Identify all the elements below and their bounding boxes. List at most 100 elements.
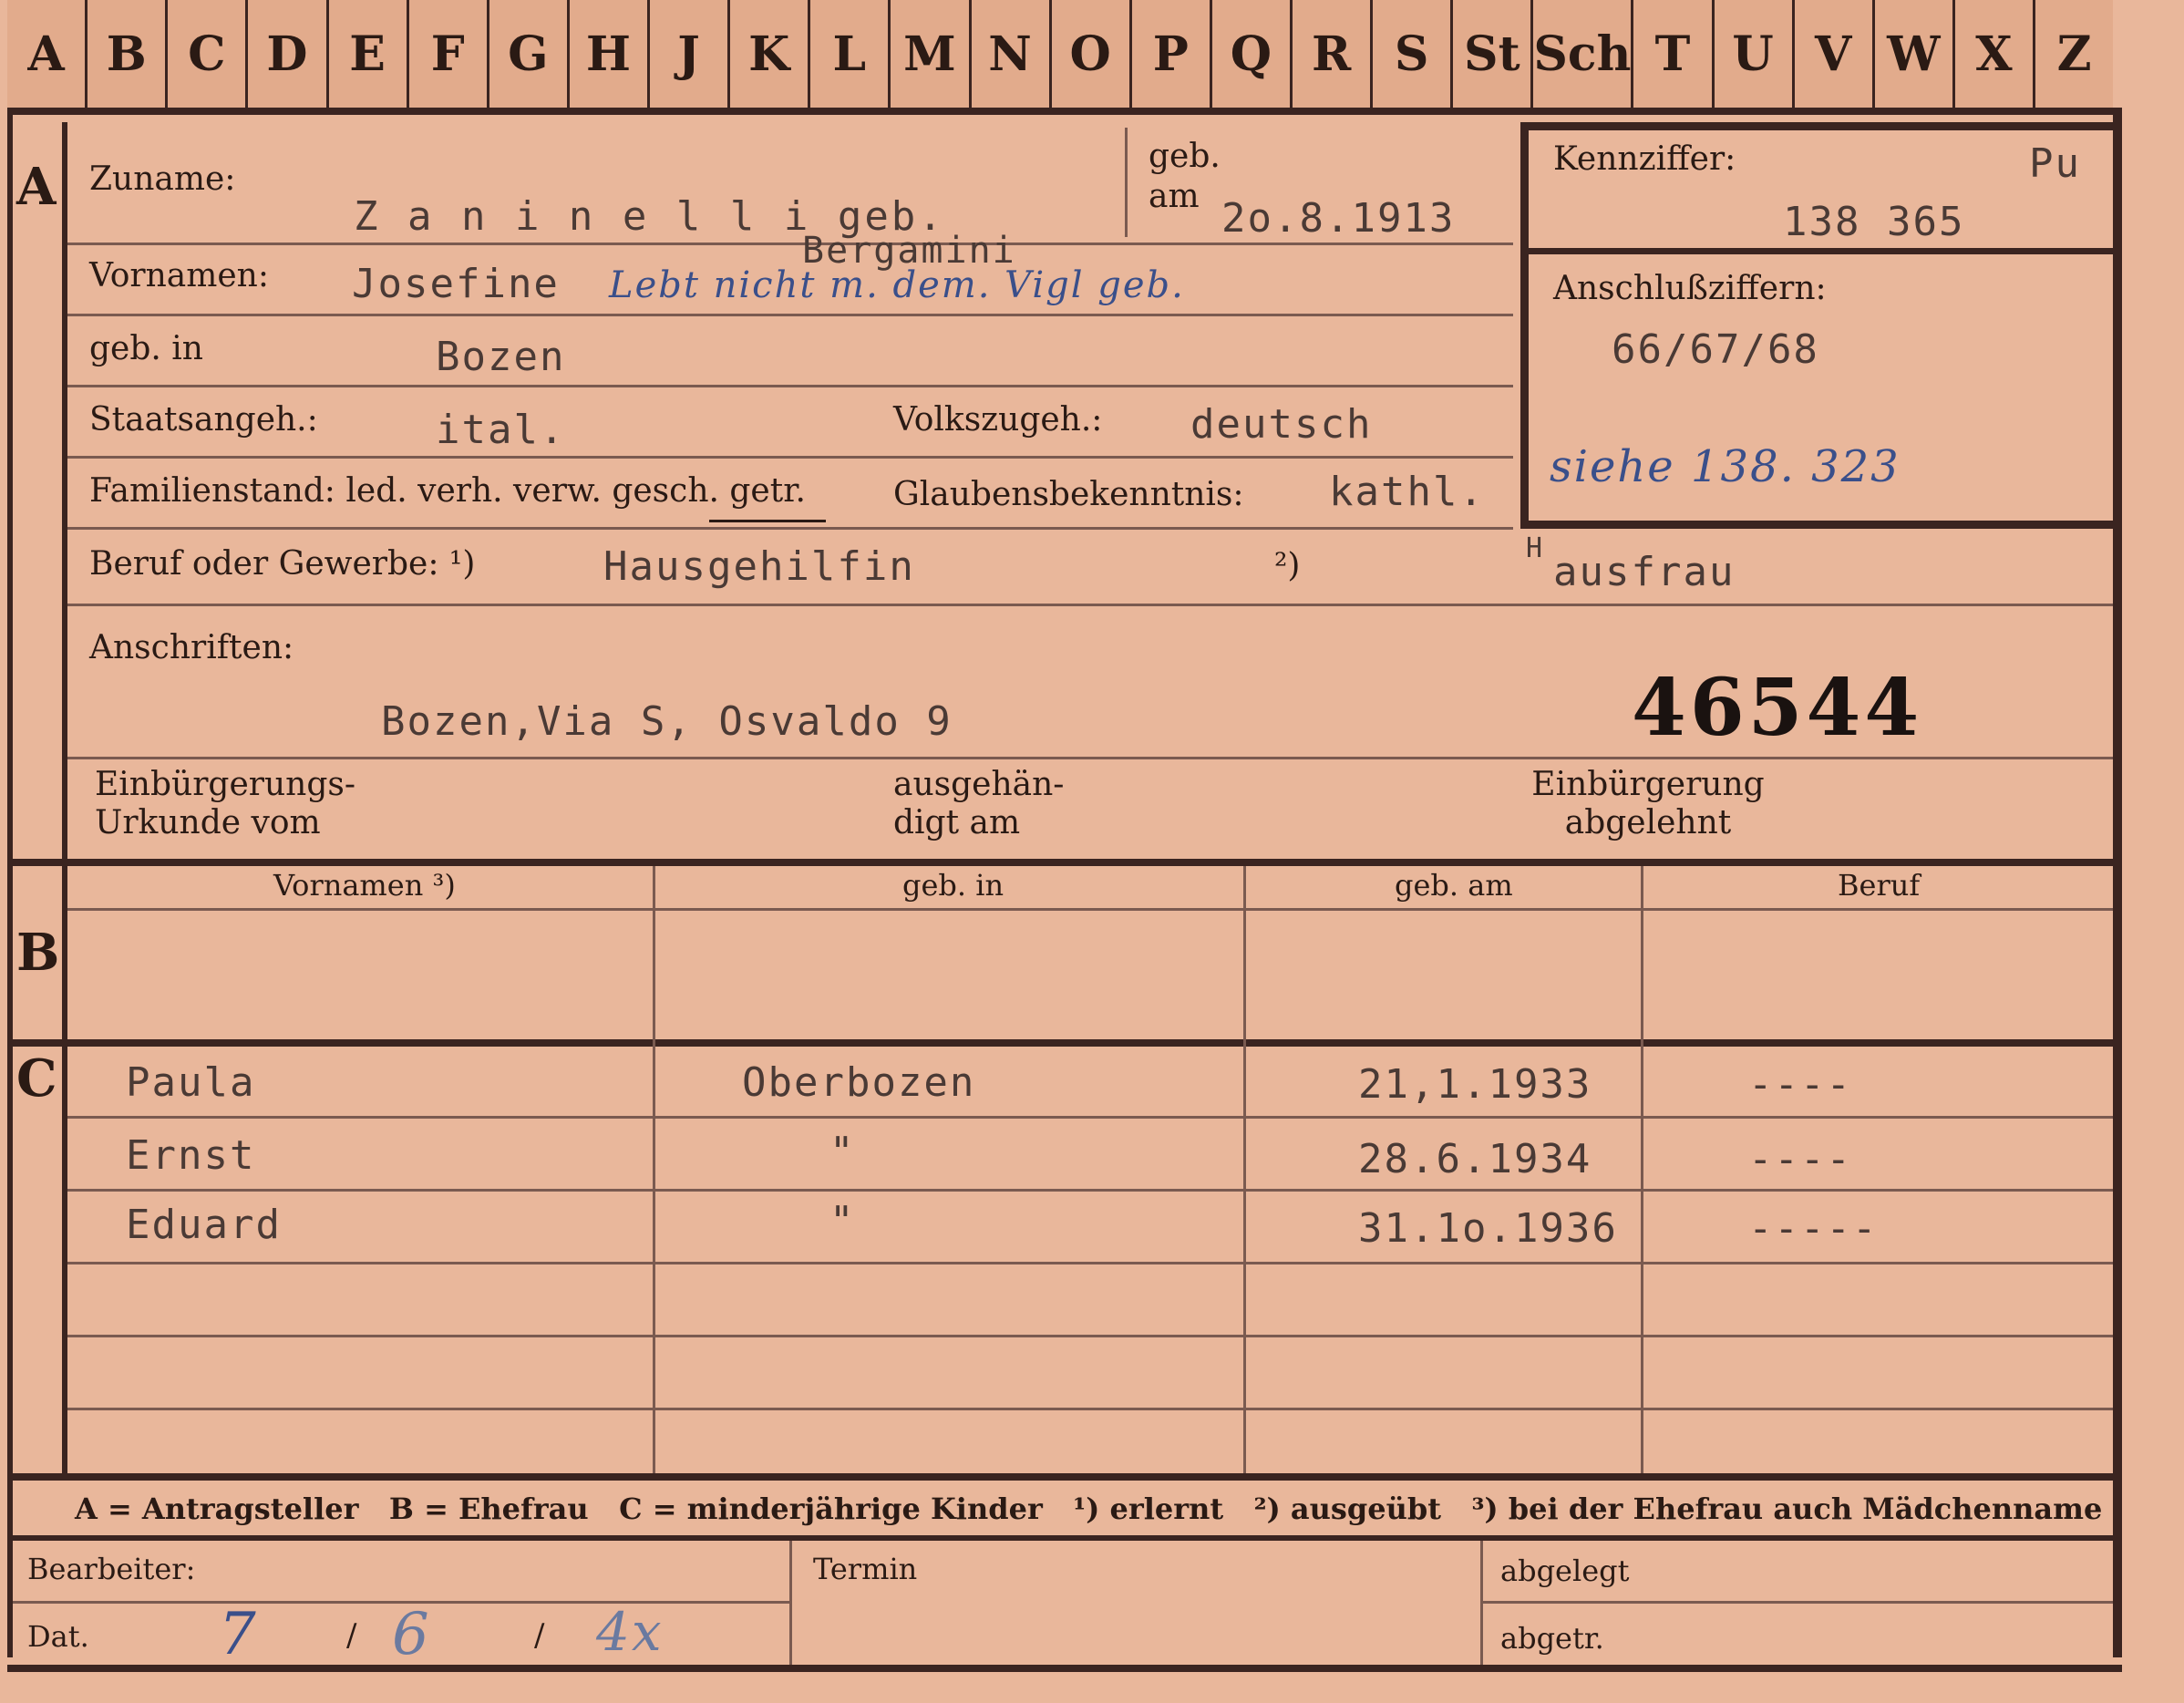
column-line [789,1541,792,1668]
child-2-name: Ernst [126,1132,256,1179]
marital-status-underline [709,520,826,522]
first-names-handwritten-note: Lebt nicht m. dem. Vigl geb. [609,264,1185,306]
alphabet-tab-n: N [972,0,1052,108]
born-in-value: Bozen [436,334,566,380]
alphabet-tab-d: D [248,0,329,108]
link-numbers-label: Anschlußziffern: [1553,270,1827,307]
divider [67,1116,2113,1119]
section-c-top-border [7,1039,2113,1047]
occupation-practiced-marker: ²) [1274,547,1301,584]
alphabet-tab-u: U [1715,0,1795,108]
handed-over-label: ausgehän- digt am [893,766,1065,841]
alphabet-tab-x: X [1955,0,2036,108]
alphabet-tab-w: W [1875,0,1955,108]
child-3-occupation: ----- [1748,1205,1879,1252]
link-numbers-value: 66/67/68 [1612,326,1819,373]
code-label: Kennziffer: [1553,140,1736,178]
citizenship-value: ital. [436,407,566,453]
marital-status-label: Familienstand: led. verh. verw. gesch. g… [89,472,806,510]
code-prefix: Pu [2029,140,2081,187]
date-day: 7 [219,1601,258,1668]
card-left-border [7,108,13,1657]
child-2-birthdate: 28.6.1934 [1358,1136,1592,1182]
first-names-value: Josefine [352,261,560,307]
section-a-letter: A [16,157,57,217]
occupation-label: Beruf oder Gewerbe: ¹) [89,545,476,583]
child-3-birthdate: 31.1o.1936 [1358,1205,1618,1252]
ethnicity-label: Volkszugeh.: [893,401,1103,439]
date-label: Dat. [27,1619,89,1654]
first-names-label: Vornamen: [89,257,269,294]
col-header-birthplace: geb. in [902,868,1004,903]
deadline-label: Termin [813,1552,918,1586]
id-box-divider [1520,248,2113,254]
alphabet-tab-j: J [650,0,731,108]
alphabet-tab-z: Z [2056,26,2092,82]
alphabet-tab-m: M [891,0,972,108]
alphabet-tab-q: Q [1212,0,1293,108]
alphabet-tab-v: V [1795,0,1875,108]
alphabet-tab-strip: A B C D E F G H J K L M N O P Q R S St Sch T U V W X Z [7,0,2113,115]
divider [67,1335,2113,1337]
date-separator: / [346,1617,357,1654]
surname-label: Zuname: [89,160,236,198]
born-on-label: geb. am [1149,138,1221,215]
section-b-top-border [7,859,2113,866]
col-header-first-names: Vornamen ³) [273,868,456,903]
alphabet-tab-b: B [88,0,169,108]
occupation-practiced-prefix: H [1526,532,1545,564]
child-1-birthplace: Oberbozen [742,1059,976,1106]
born-on-value: 2o.8.1913 [1221,195,1456,242]
occupation-value: Hausgehilfin [603,543,915,590]
code-value: 138 365 [1783,199,1965,245]
divider [67,1189,2113,1192]
section-bc-inner-border [62,866,67,1477]
divider [1125,128,1128,237]
alphabet-tab-f: F [409,0,489,108]
alphabet-tab-sch: Sch [1533,0,1634,108]
alphabet-tab-t: T [1633,0,1715,108]
legend-bottom-border [7,1535,2113,1541]
naturalization-certificate-label: Einbürgerungs- Urkunde vom [95,766,356,841]
alphabet-tab-o: O [1052,0,1132,108]
worker-label: Bearbeiter: [27,1552,196,1586]
col-header-birthdate: geb. am [1395,868,1513,903]
divider [67,757,2113,759]
date-month: 6 [392,1601,431,1668]
date-year: 4x [596,1601,664,1663]
divider [67,1408,2113,1410]
card-bottom-border [7,1665,2122,1672]
legend-top-border [7,1473,2113,1481]
see-reference-note: siehe 138. 323 [1550,441,1901,492]
column-line [1480,1541,1483,1668]
divider [67,385,1513,387]
date-separator: / [534,1617,545,1654]
address-value: Bozen,Via S, Osvaldo 9 [381,698,953,745]
filed-label: abgelegt [1500,1553,1630,1588]
religion-value: kathl. [1329,469,1485,515]
alphabet-tab-l: L [810,0,891,108]
divider [67,527,1513,530]
divider [67,1262,2113,1264]
column-line [1641,866,1643,1477]
divider [67,908,2113,911]
section-c-letter: C [16,1048,57,1109]
born-in-label: geb. in [89,330,203,367]
column-line [653,866,655,1477]
address-label: Anschriften: [89,629,294,666]
ethnicity-value: deutsch [1190,401,1373,448]
alphabet-tab-st: St [1453,0,1534,108]
alphabet-tab-c: C [168,0,249,108]
alphabet-tab-s: S [1373,0,1454,108]
divider [67,456,1513,459]
divider [67,243,1513,245]
child-2-birthplace: " [829,1129,856,1175]
alphabet-tab-p: P [1132,0,1212,108]
child-3-name: Eduard [126,1202,282,1248]
removed-label: abgetr. [1500,1621,1604,1656]
alphabet-tab-g: G [489,0,570,108]
divider [1482,1601,2113,1604]
child-1-birthdate: 21,1.1933 [1358,1061,1592,1108]
alphabet-tab-e: E [329,0,409,108]
child-2-occupation: ---- [1748,1136,1852,1182]
